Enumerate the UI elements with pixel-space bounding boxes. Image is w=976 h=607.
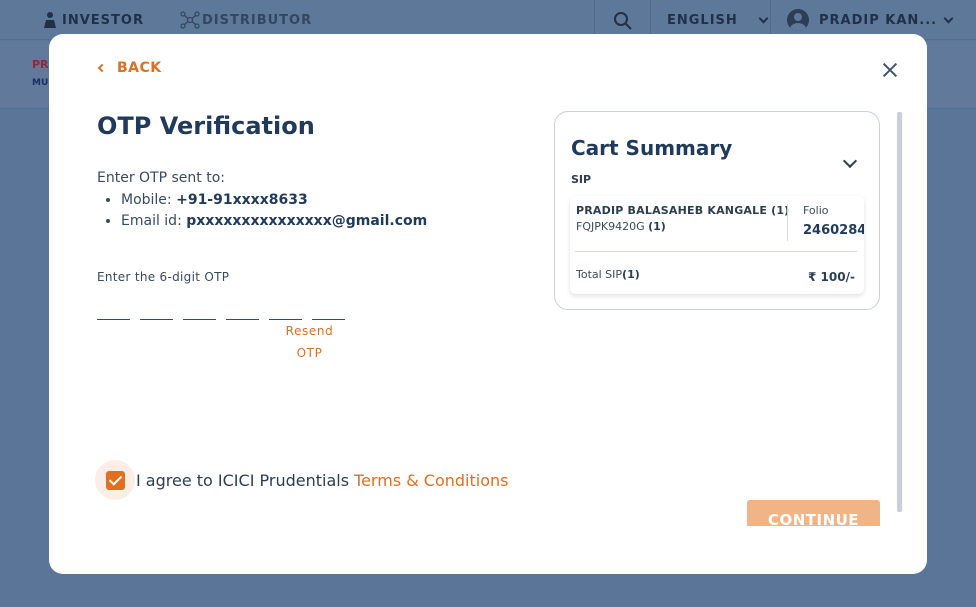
- scheme-code-text: FQJPK9420G: [576, 220, 645, 233]
- logo-text: PR: [32, 58, 49, 71]
- scheme-count: (1): [648, 220, 666, 233]
- resend-label: Resend: [285, 324, 334, 338]
- chevron-down-icon: [758, 13, 769, 23]
- mobile-value: +91-91xxxx8633: [176, 192, 308, 208]
- otp-digit-3[interactable]: [183, 302, 216, 320]
- avatar-icon: [787, 9, 809, 31]
- investor-icon: [44, 12, 56, 28]
- back-button[interactable]: BACK: [97, 60, 162, 76]
- folio-label: Folio: [803, 204, 829, 217]
- terms-agreement: I agree to ICICI Prudentials Terms & Con…: [95, 460, 508, 500]
- recipient-mobile: Mobile: +91-91xxxx8633: [121, 192, 427, 208]
- folio-value: 24602847: [803, 223, 864, 238]
- user-name: PRADIP KAN...: [819, 12, 938, 28]
- divider: [787, 204, 788, 241]
- back-label: BACK: [117, 60, 162, 76]
- investor-name-text: PRADIP BALASAHEB KANGALE: [576, 204, 768, 217]
- checkmark-icon: [105, 470, 125, 490]
- otp-input-group: [97, 302, 355, 320]
- chevron-left-icon: [97, 63, 107, 73]
- cart-summary-card: Cart Summary SIP PRADIP BALASAHEB KANGAL…: [554, 111, 880, 310]
- investor-name: PRADIP BALASAHEB KANGALE (1): [576, 204, 789, 217]
- otp-label: Enter the 6-digit OTP: [97, 270, 230, 284]
- network-icon: [180, 11, 200, 29]
- mobile-label: Mobile:: [121, 192, 172, 208]
- language-label: ENGLISH: [667, 12, 738, 28]
- continue-button[interactable]: CONTINUE: [747, 500, 880, 526]
- otp-digit-1[interactable]: [97, 302, 130, 320]
- modal-title: OTP Verification: [97, 112, 315, 140]
- otp-modal: BACK OTP Verification Enter OTP sent to:…: [49, 34, 927, 574]
- logo-text: MU: [32, 78, 49, 88]
- sent-to-label: Enter OTP sent to:: [97, 170, 225, 186]
- divider: [575, 251, 857, 252]
- search-icon: [613, 11, 632, 30]
- agree-text: I agree to ICICI Prudentials: [136, 470, 350, 490]
- total-count: (1): [622, 268, 640, 281]
- close-icon[interactable]: [882, 62, 898, 78]
- email-value: pxxxxxxxxxxxxxxx@gmail.com: [186, 213, 428, 229]
- otp-digit-4[interactable]: [226, 302, 259, 320]
- otp-recipients: Enter OTP sent to: Mobile: +91-91xxxx863…: [97, 170, 427, 234]
- total-label-text: Total SIP: [576, 268, 623, 281]
- scrollbar[interactable]: [897, 112, 902, 512]
- chevron-down-icon[interactable]: [843, 156, 855, 168]
- recipient-email: Email id: pxxxxxxxxxxxxxxx@gmail.com: [121, 213, 427, 229]
- email-label: Email id:: [121, 213, 182, 229]
- otp-digit-6[interactable]: [312, 302, 345, 320]
- brand-logo: PR MU: [32, 58, 49, 90]
- otp-digit-2[interactable]: [140, 302, 173, 320]
- resend-label: OTP: [296, 346, 323, 360]
- scheme-code: FQJPK9420G (1): [576, 220, 666, 233]
- cart-title: Cart Summary: [571, 136, 733, 160]
- cart-item: PRADIP BALASAHEB KANGALE (1) FQJPK9420G …: [570, 196, 864, 294]
- cart-section-label: SIP: [571, 173, 592, 186]
- recipient-list: Mobile: +91-91xxxx8633 Email id: pxxxxxx…: [97, 192, 427, 229]
- otp-digit-5[interactable]: [269, 302, 302, 320]
- terms-checkbox[interactable]: [95, 460, 135, 500]
- total-sip-label: Total SIP(1): [576, 268, 640, 281]
- nav-distributor-label: DISTRIBUTOR: [202, 12, 313, 28]
- chevron-down-icon: [943, 13, 954, 23]
- resend-otp-link[interactable]: Resend OTP: [277, 320, 342, 364]
- total-sip-amount: ₹ 100/-: [808, 270, 855, 284]
- nav-investor-label: INVESTOR: [62, 12, 144, 28]
- terms-link[interactable]: Terms & Conditions: [354, 471, 508, 490]
